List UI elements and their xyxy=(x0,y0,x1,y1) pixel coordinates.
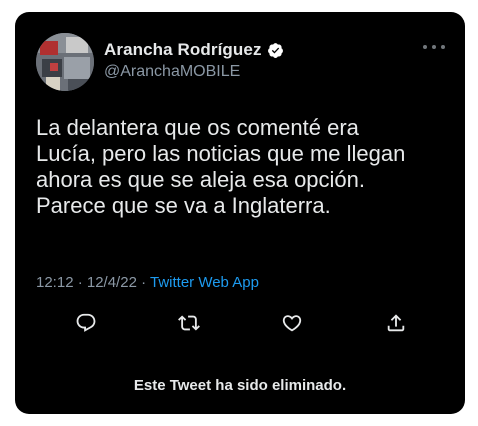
deleted-notice: Este Tweet ha sido eliminado. xyxy=(133,377,347,394)
verified-badge-icon xyxy=(267,42,284,59)
tweet-actions xyxy=(73,310,409,336)
tweet-meta: 12:12 · 12/4/22 · Twitter Web App xyxy=(36,274,259,291)
tweet-text: La delantera que os comenté era Lucía, p… xyxy=(36,115,406,218)
tweet-header: Arancha Rodríguez @AranchaMOBILE xyxy=(36,33,445,91)
tweet-card: Arancha Rodríguez @AranchaMOBILE La dela… xyxy=(15,12,465,414)
tweet-source-link[interactable]: Twitter Web App xyxy=(150,274,259,291)
reply-icon[interactable] xyxy=(73,310,99,336)
tweet-timestamp[interactable]: 12:12 · 12/4/22 · xyxy=(36,274,150,291)
author-info: Arancha Rodríguez @AranchaMOBILE xyxy=(104,40,284,81)
share-icon[interactable] xyxy=(383,310,409,336)
author-name[interactable]: Arancha Rodríguez xyxy=(104,40,262,60)
author-handle[interactable]: @AranchaMOBILE xyxy=(104,63,284,81)
more-horizontal-icon[interactable] xyxy=(423,41,445,53)
retweet-icon[interactable] xyxy=(176,310,202,336)
avatar[interactable] xyxy=(36,33,94,91)
like-icon[interactable] xyxy=(279,310,305,336)
